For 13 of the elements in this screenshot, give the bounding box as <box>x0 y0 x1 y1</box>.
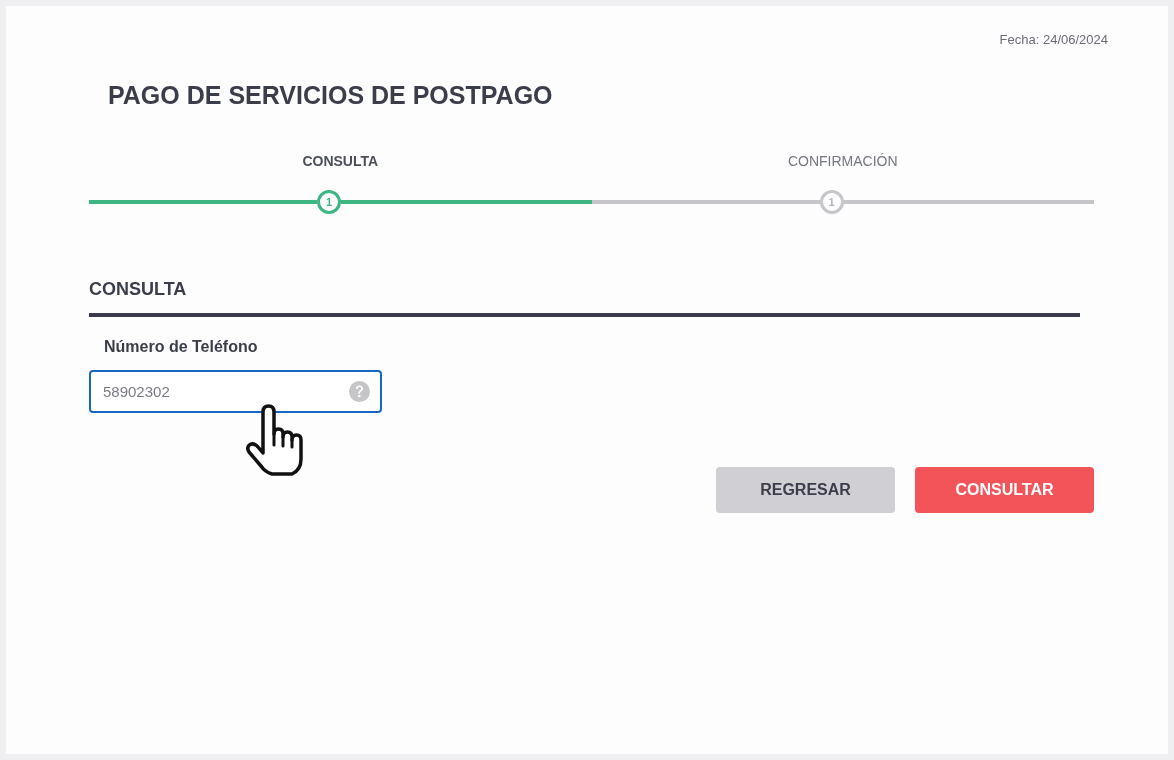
back-button[interactable]: REGRESAR <box>716 467 895 513</box>
submit-button[interactable]: CONSULTAR <box>915 467 1094 513</box>
date-label: Fecha: 24/06/2024 <box>999 32 1108 48</box>
step-number-circle: 1 <box>819 190 844 214</box>
page-title: PAGO DE SERVICIOS DE POSTPAGO <box>108 80 553 111</box>
field-label: Número de Teléfono <box>104 337 258 357</box>
hand-pointer-icon <box>244 403 306 477</box>
step-label: CONFIRMACIÓN <box>787 152 898 170</box>
step-number-circle: 1 <box>317 190 341 214</box>
phone-number-field[interactable]: 58902302 <box>89 370 382 413</box>
section-title: CONSULTA <box>89 278 187 300</box>
step-label: CONSULTA <box>302 152 379 170</box>
help-icon[interactable] <box>349 381 370 402</box>
